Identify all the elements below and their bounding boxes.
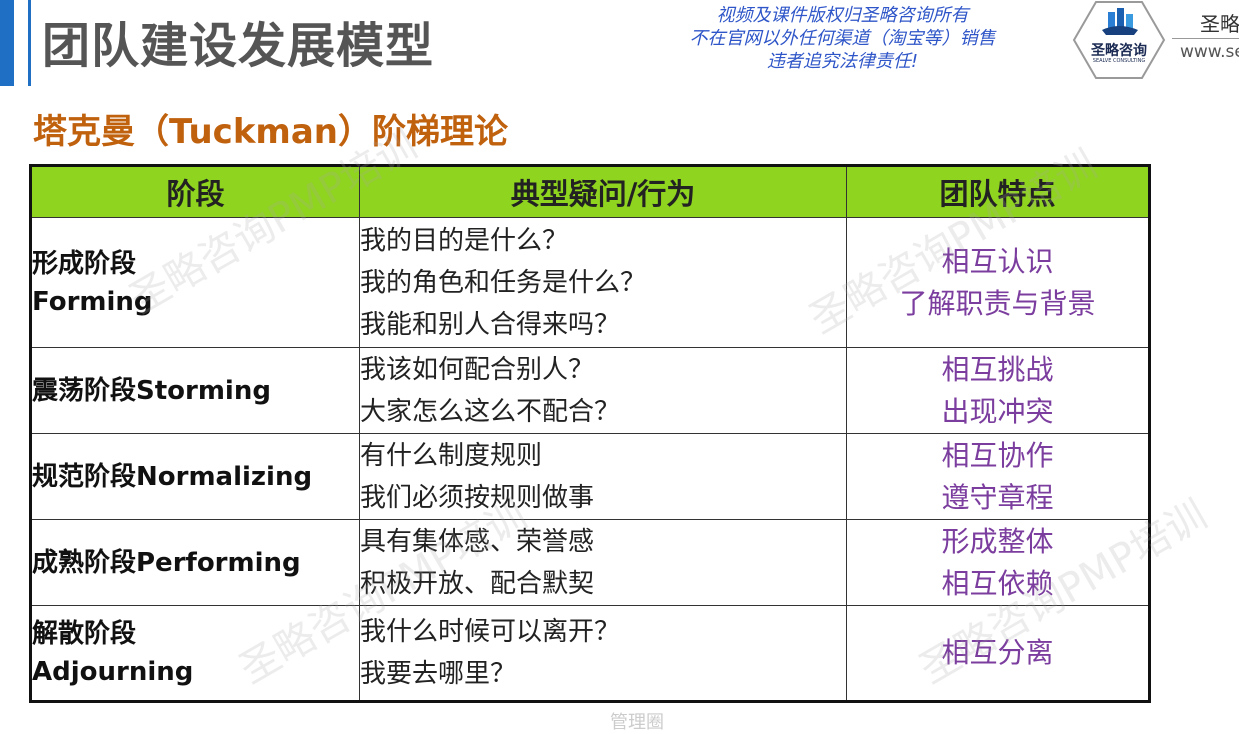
behavior-item: 大家怎么这么不配合？ — [360, 396, 621, 427]
behaviors-cell: 有什么制度规则 我们必须按规则做事 — [359, 433, 847, 520]
column-header-stage: 阶段 — [30, 165, 360, 218]
logo-text: 圣略咨询 — [1091, 43, 1147, 59]
stage-name: 解散阶段 — [32, 619, 137, 649]
stage-cell: 成熟阶段Performing — [30, 519, 360, 606]
trait-item: 出现冲突 — [941, 394, 1054, 428]
traits-cell: 相互协作 遵守章程 — [846, 433, 1150, 520]
stage-name: 震荡阶段Storming — [32, 375, 271, 406]
behavior-item: 我的角色和任务是什么？ — [360, 267, 647, 298]
stage-name-en: Forming — [32, 286, 153, 317]
behavior-item: 我们必须按规则做事 — [360, 482, 595, 513]
brand-divider — [1172, 38, 1239, 39]
traits-cell: 形成整体 相互依赖 — [846, 519, 1150, 606]
stage-cell: 解散阶段 Adjourning — [30, 605, 360, 702]
accent-bar — [0, 0, 14, 86]
stage-cell: 形成阶段 Forming — [30, 217, 360, 348]
behaviors-cell: 我什么时候可以离开？ 我要去哪里？ — [359, 605, 847, 702]
behavior-item: 我能和别人合得来吗？ — [360, 309, 621, 340]
stage-cell: 规范阶段Normalizing — [30, 433, 360, 520]
copyright-line: 违者追究法律责任! — [766, 51, 919, 72]
trait-item: 了解职责与背景 — [899, 286, 1096, 320]
behavior-item: 我要去哪里？ — [360, 659, 517, 689]
behavior-item: 积极开放、配合默契 — [360, 568, 595, 599]
copyright-line: 视频及课件版权归圣略咨询所有 — [716, 5, 969, 26]
brand-name: 圣略 — [1200, 12, 1239, 36]
stage-name-en: Adjourning — [32, 657, 194, 687]
table-row: 规范阶段Normalizing 有什么制度规则 我们必须按规则做事 相互协作 遵… — [30, 433, 1150, 520]
brand-url[interactable]: www.se — [1180, 42, 1239, 62]
table-row: 成熟阶段Performing 具有集体感、荣誉感 积极开放、配合默契 形成整体 … — [30, 519, 1150, 606]
stage-name: 规范阶段Normalizing — [32, 461, 313, 492]
behaviors-cell: 我该如何配合别人？ 大家怎么这么不配合？ — [359, 347, 847, 434]
table-row: 震荡阶段Storming 我该如何配合别人？ 大家怎么这么不配合？ 相互挑战 出… — [30, 347, 1150, 434]
column-header-behaviors: 典型疑问/行为 — [359, 165, 847, 218]
table-header-row: 阶段 典型疑问/行为 团队特点 — [30, 165, 1150, 218]
trait-item: 相互分离 — [941, 636, 1054, 669]
table-row: 解散阶段 Adjourning 我什么时候可以离开？ 我要去哪里？ 相互分离 — [30, 605, 1150, 702]
trait-item: 相互认识 — [941, 244, 1054, 278]
behavior-item: 有什么制度规则 — [360, 440, 543, 471]
page-title: 团队建设发展模型 — [42, 18, 435, 74]
trait-item: 相互协作 — [941, 438, 1054, 472]
behavior-item: 我什么时候可以离开？ — [360, 617, 621, 647]
tuckman-stages-table: 阶段 典型疑问/行为 团队特点 形成阶段 Forming 我的目的是什么？ 我的… — [29, 164, 1151, 703]
copyright-notice: 视频及课件版权归圣略咨询所有 不在官网以外任何渠道（淘宝等）销售 违者追究法律责… — [655, 4, 1030, 73]
trait-item: 形成整体 — [941, 524, 1054, 558]
column-header-traits: 团队特点 — [846, 165, 1150, 218]
behavior-item: 具有集体感、荣誉感 — [360, 526, 595, 557]
logo-subtext: SEALVE CONSULTING — [1092, 58, 1146, 64]
behavior-item: 我的目的是什么？ — [360, 225, 569, 256]
behaviors-cell: 具有集体感、荣誉感 积极开放、配合默契 — [359, 519, 847, 606]
company-logo: 圣略咨询 SEALVE CONSULTING — [1072, 0, 1166, 80]
traits-cell: 相互认识 了解职责与背景 — [846, 217, 1150, 348]
behaviors-cell: 我的目的是什么？ 我的角色和任务是什么？ 我能和别人合得来吗？ — [359, 217, 847, 348]
trait-item: 遵守章程 — [941, 480, 1054, 514]
stage-name: 形成阶段 — [32, 248, 137, 279]
traits-cell: 相互挑战 出现冲突 — [846, 347, 1150, 434]
copyright-line: 不在官网以外任何渠道（淘宝等）销售 — [689, 28, 996, 49]
trait-item: 相互挑战 — [941, 352, 1054, 386]
behavior-item: 我该如何配合别人？ — [360, 354, 595, 385]
section-subtitle: 塔克曼（Tuckman）阶梯理论 — [33, 112, 509, 152]
accent-line — [28, 0, 31, 86]
table-row: 形成阶段 Forming 我的目的是什么？ 我的角色和任务是什么？ 我能和别人合… — [30, 217, 1150, 348]
traits-cell: 相互分离 — [846, 605, 1150, 702]
trait-item: 相互依赖 — [941, 566, 1054, 600]
bottom-watermark: 管理圈 — [610, 712, 664, 733]
stage-name: 成熟阶段Performing — [32, 547, 301, 578]
stage-cell: 震荡阶段Storming — [30, 347, 360, 434]
